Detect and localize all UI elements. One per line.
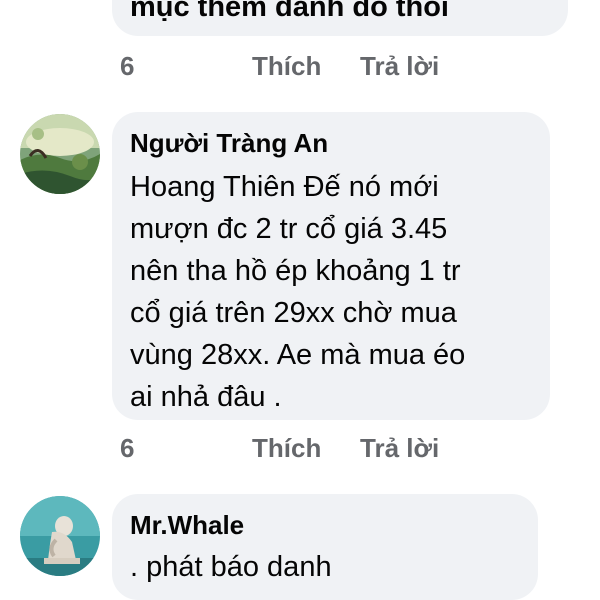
reaction-count[interactable]: 6 [120, 432, 134, 464]
comment-text: mục thêm danh đó thôi [130, 0, 449, 23]
comment-bubble: mục thêm danh đó thôi [112, 0, 568, 36]
comment-actions: 6 Thích Trả lời [0, 432, 600, 464]
comment-thread: mục thêm danh đó thôi 6 Thích Trả lời Ng… [0, 0, 600, 600]
statue-avatar-icon [20, 496, 100, 576]
reply-button[interactable]: Trả lời [360, 432, 439, 464]
comment-text: . phát báo danh [130, 551, 332, 583]
comment-actions: 6 Thích Trả lời [0, 50, 600, 82]
like-button[interactable]: Thích [252, 432, 321, 464]
avatar[interactable] [20, 114, 100, 194]
comment-bubble: Người Tràng An Hoang Thiên Đế nó mới mượ… [112, 112, 550, 420]
like-button[interactable]: Thích [252, 50, 321, 82]
avatar[interactable] [20, 496, 100, 576]
reaction-count[interactable]: 6 [120, 50, 134, 82]
landscape-avatar-icon [20, 114, 100, 194]
comment-text: Hoang Thiên Đế nó mới mượn đc 2 tr cổ gi… [130, 171, 466, 413]
comment-author[interactable]: Mr.Whale [130, 510, 520, 540]
comment-bubble: Mr.Whale . phát báo danh [112, 494, 538, 600]
reply-button[interactable]: Trả lời [360, 50, 439, 82]
comment-author[interactable]: Người Tràng An [130, 128, 532, 158]
